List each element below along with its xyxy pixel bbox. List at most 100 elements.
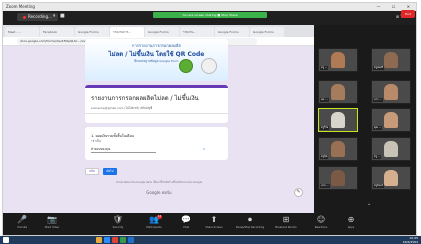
participant-name: นาง ... [373,98,383,102]
toolbar-icon: 💬 [181,215,191,224]
participant-tile[interactable]: ครู ... [318,48,358,72]
back-button[interactable]: กลับ [85,168,99,175]
window-titlebar: Zoom Meeting — ☐ ✕ [3,3,416,11]
answer-counter: 1 [203,147,205,151]
system-clock: 10:45 16/6/2564 [403,236,418,244]
participant-tile[interactable]: ครูวิไล [318,108,358,132]
toolbar-label: Start Video [44,226,60,229]
participant-tile[interactable]: นาง ... [371,80,411,104]
toolbar-label: Reactions [314,226,328,229]
toolbar-button-apps[interactable]: ⊕ Apps [336,214,366,235]
participant-video [331,112,345,128]
toolbar-label: Pause/Stop Recording [235,226,265,229]
taskbar-app-icon[interactable] [120,237,126,243]
participant-count-badge: 14 [157,215,163,219]
toolbar-label: Share Screen [205,226,223,229]
toolbar-button-start-video[interactable]: 📷 Start Video [37,214,67,235]
browser-tab[interactable]: Meet - ... [5,27,39,37]
green-logo-icon [179,59,193,73]
question-hint: *จำเป็น [91,139,101,143]
participant-tile[interactable]: ครูสมศรี [371,48,411,72]
stop-icon[interactable]: ■ [60,14,65,19]
form-footer-note: ห้ามส่งรหัสผ่านใน Google ฟอร์ม เนื้อหานี… [116,181,202,184]
toolbar-button-reactions[interactable]: ☺ Reactions [306,214,336,235]
zoom-window: Zoom Meeting — ☐ ✕ Recording... ⏸ ■ You … [2,2,417,236]
participant-name: ครู ... [373,155,382,159]
participant-tile[interactable]: คุณ ... [371,108,411,132]
participant-gallery: ครู ... ครูสมศรีผอ. ... นาง ... ครูวิไล คุณ … [314,25,416,213]
toolbar-icon: ⬆ [210,215,218,224]
toolbar-icon: ⊞ [282,215,290,224]
participant-video [331,141,345,157]
recording-label: Recording... [28,14,52,19]
taskbar-app-icon[interactable] [128,237,134,243]
toolbar-button-pause-stop-recording[interactable]: ⏺ Pause/Stop Recording [235,214,265,235]
toolbar-button-share-screen[interactable]: ⬆ Share Screen [199,214,229,235]
participant-tile[interactable]: นาย ... [318,166,358,190]
toolbar-button-security[interactable]: 🛡 Security [103,214,133,235]
toolbar-button-chat[interactable]: 💬 Chat [171,214,201,235]
toolbar-label: Chat [182,226,190,229]
browser-tab-active[interactable]: รายงานการ... [110,27,144,37]
browser-tab[interactable]: Facebook [40,27,74,37]
seal-logo-icon [201,58,217,74]
participant-video [384,52,398,68]
google-forms-brand: Google ฟอร์ม [146,190,172,195]
participant-name: ครูสมศรี [373,66,385,70]
participant-name: นาย ... [320,184,330,188]
participant-video [331,52,345,68]
share-banner[interactable]: You are screen sharing ■ Stop Share [153,12,267,18]
participant-tile[interactable]: ครูจันทร์ [371,166,411,190]
toolbar-button-breakout-rooms[interactable]: ⊞ Breakout Rooms [271,214,301,235]
chevron-down-icon[interactable]: ⌄ [367,201,371,207]
browser-tab[interactable]: Google Forms [75,27,109,37]
participant-name: ครูนิด [320,155,329,159]
form-title: รายงานการกรอกผลผลิตไม่ลด / ไม่ขึ้นเงิน [91,95,199,102]
form-title-card: รายงานการกรอกผลผลิตไม่ลด / ไม่ขึ้นเงิน s… [85,85,228,123]
participant-video [384,84,398,100]
chrome-app-icon[interactable] [112,237,118,243]
browser-tab[interactable]: รายงาน... [180,27,214,37]
toolbar-icon: 📷 [47,215,57,224]
participant-video [384,170,398,186]
edit-pencil-icon[interactable]: ✎ [294,188,303,197]
participant-name: คุณ ... [373,126,383,130]
divider [85,113,228,114]
header-line-1: การรายงานการกรอกผลผลิต [132,43,181,48]
recording-indicator: Recording... [17,13,58,21]
toolbar-label: Participants [146,226,162,229]
toolbar-button-participants[interactable]: 👥 Participants 14 [139,214,169,235]
next-button[interactable]: ถัดไป [103,168,117,175]
meeting-toolbar: 🎤 Unmute 📷 Start Video 🛡 Security 👥 Participant… [3,213,416,235]
participant-name: ผอ. ... [320,98,329,102]
participant-name: ครูจันทร์ [373,184,385,188]
participant-video [384,112,398,128]
participant-video [331,84,345,100]
participant-tile[interactable]: ครูนิด [318,137,358,161]
toolbar-button-unmute[interactable]: 🎤 Unmute [7,214,37,235]
end-meeting-button[interactable]: End [401,10,415,18]
question-card: 1. ยอดเงินรวมทั้งสิ้นในเดือน *จำเป็น คำต… [85,127,228,160]
zoom-app-icon[interactable] [104,237,110,243]
participant-video [384,141,398,157]
participant-tile[interactable]: ผอ. ... [318,80,358,104]
browser-tab[interactable]: Google Forms [145,27,179,37]
participant-tile[interactable]: ครู ... [371,137,411,161]
form-header-banner: การรายงานการกรอกผลผลิต ไม่ลด / ไม่ขึ้นเง… [85,39,228,81]
answer-input[interactable]: คำตอบของคุณ [91,147,156,153]
toolbar-label: Breakout Rooms [275,226,297,229]
record-dot-icon [23,15,26,19]
toolbar-icon: 🎤 [17,215,27,224]
toolbar-icon: ☺ [316,215,326,224]
pause-icon[interactable]: ⏸ [53,14,58,19]
toolbar-icon: ⊕ [347,215,355,224]
window-title: Zoom Meeting [6,4,35,9]
form-account-info[interactable]: someone@gmail.com (ไม่ได้แชร์) สลับบัญชี [91,106,152,111]
browser-tab[interactable]: Google Forms [250,27,284,37]
browser-tab[interactable]: Google Forms [215,27,249,37]
toolbar-label: Security [112,226,124,229]
toolbar-icon: 🛡 [112,215,124,224]
participant-name: ครูวิไล [320,126,330,130]
start-icon[interactable] [3,237,9,243]
taskbar-app-icon[interactable] [96,237,102,243]
